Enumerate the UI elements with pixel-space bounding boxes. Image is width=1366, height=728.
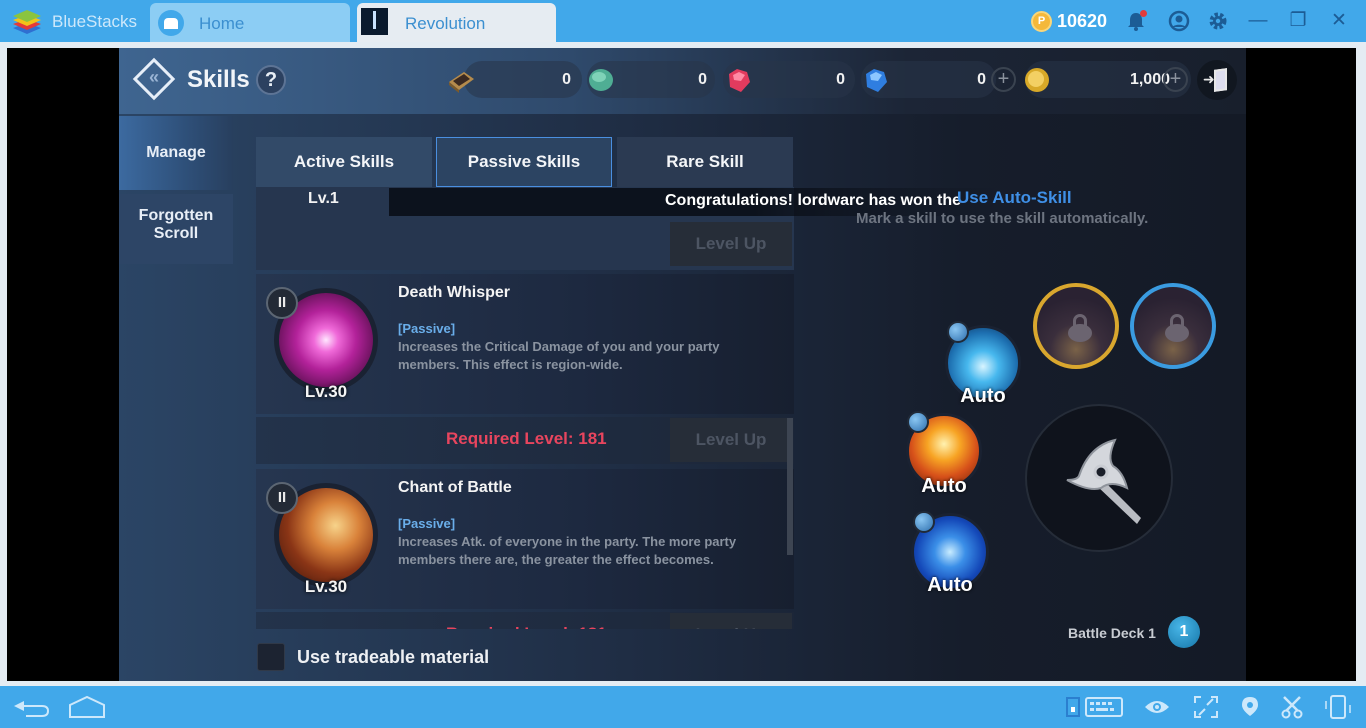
location-icon[interactable] [1238,695,1262,719]
auto-label: Auto [927,574,973,596]
skill-orb-icon [947,321,969,343]
level-up-button[interactable]: Level Up [670,222,792,266]
tab-home-label: Home [199,14,245,33]
required-level: Required Level: 181 [446,429,607,448]
bluestacks-logo-icon [13,10,41,34]
battle-deck-number-button[interactable]: 1 [1168,616,1200,648]
home-icon [158,10,184,36]
gold-count: 1,000 [1129,71,1170,88]
tab-revolution[interactable]: Revolution [357,3,556,42]
app-name: BlueStacks [52,12,138,31]
help-button[interactable]: ? [256,65,286,95]
bell-icon[interactable] [1125,10,1147,32]
list-item: II Lv.30 Death Whisper [Passive] Increas… [256,274,794,464]
skill-type-tag: [Passive] [398,516,456,531]
axe-weapon-icon [1066,438,1141,524]
skill-name: Chant of Battle [398,479,512,496]
tab-revolution-label: Revolution [405,14,486,33]
arrow-right-icon: ➜ [1203,71,1215,87]
skills-header: « Skills ? 0 0 0 0 + 1,000 + ➜ [119,48,1246,114]
forgotten-scroll-line1: Forgotten [138,207,214,224]
level-up-button[interactable]: Level Up [670,613,792,629]
skill-list: Lv.1 Level Up II Lv.30 Death Whisper [Pa… [256,187,794,629]
auto-label: Auto [921,475,967,497]
game-icon [361,8,388,35]
android-navbar [0,686,1366,728]
gear-icon[interactable] [1207,10,1229,32]
coin-icon: P [1031,11,1052,32]
tab-rare-skill[interactable]: Rare Skill [617,137,793,187]
skill-point-stone-count: 0 [698,71,707,88]
skill-level: Lv.30 [304,382,348,401]
game-screen: « Skills ? 0 0 0 0 + 1,000 + ➜ Manage Fo… [119,48,1246,681]
scissors-icon[interactable] [1280,695,1304,719]
tab-active-skills[interactable]: Active Skills [256,137,432,187]
skill-list-scrollbar[interactable] [787,418,793,555]
door-icon [1214,68,1227,92]
skill-description: Increases Atk. of everyone in the party.… [398,534,737,567]
skill-point-stone-icon [589,69,613,91]
skill-book-icon [449,72,474,93]
minimize-icon[interactable]: — [1247,10,1269,32]
tab-passive-skills[interactable]: Passive Skills [436,137,612,187]
rotate-device-icon[interactable] [1322,695,1354,719]
skill-name: Death Whisper [398,284,511,301]
skill-type-tag: [Passive] [398,321,456,336]
blue-gem-count: 0 [977,71,986,88]
restore-icon[interactable]: ❐ [1287,10,1309,32]
tradeable-checkbox[interactable] [257,643,285,671]
blue-locked-slot[interactable] [1130,283,1216,369]
gold-coin-icon [1025,68,1049,92]
lock-icon [1165,314,1189,342]
skill-orb-icon [907,411,929,433]
required-level: Required Level: 181 [446,624,607,629]
skill-book-count: 0 [562,71,571,88]
red-gem-count: 0 [836,71,845,88]
auto-skill-subtitle: Mark a skill to use the skill automatica… [856,210,1149,227]
red-gem-icon [729,69,750,92]
back-icon[interactable] [12,695,50,719]
add-gold-button[interactable]: + [1163,67,1188,92]
page-title: Skills [187,66,250,93]
skill-orb-icon [913,511,935,533]
gold-locked-slot[interactable] [1033,283,1119,369]
account-icon[interactable] [1168,10,1190,32]
battle-deck-label: Battle Deck 1 [1068,625,1156,641]
coin-balance: 10620 [1057,11,1108,31]
lock-icon [1068,314,1092,342]
blue-gem-icon [866,69,887,92]
list-item: II Lv.30 Chant of Battle [Passive] Incre… [256,469,794,629]
eye-icon[interactable] [1143,695,1171,719]
forgotten-scroll-line2: Scroll [153,225,199,242]
keyboard-icon[interactable] [1066,695,1124,719]
level-up-button[interactable]: Level Up [670,418,792,462]
weapon-slot[interactable] [1025,404,1173,552]
chevron-left-icon: « [149,67,160,87]
skill-level: Lv.1 [308,190,339,207]
close-icon[interactable]: ✕ [1328,10,1350,32]
bluestacks-titlebar: BlueStacks Home Revolution P 10620 — ❐ ✕ [0,0,1366,42]
auto-label: Auto [960,385,1006,407]
tab-home[interactable]: Home [150,3,350,42]
fullscreen-icon[interactable] [1193,695,1219,719]
skill-description: Increases the Critical Damage of you and… [398,339,720,372]
sidebar-item-manage[interactable]: Manage [119,116,233,190]
home-icon[interactable] [68,695,106,719]
sidebar-item-forgotten-scroll[interactable]: Forgotten Scroll [119,194,233,264]
add-blue-gem-button[interactable]: + [991,67,1016,92]
skill-level: Lv.30 [304,577,348,596]
tradeable-label: Use tradeable material [297,647,490,667]
pause-icon[interactable]: II [266,287,298,319]
notification-dot [1140,10,1147,17]
pause-icon[interactable]: II [266,482,298,514]
auto-skill-title: Use Auto-Skill [957,188,1072,207]
exit-button[interactable]: ➜ [1197,60,1237,100]
